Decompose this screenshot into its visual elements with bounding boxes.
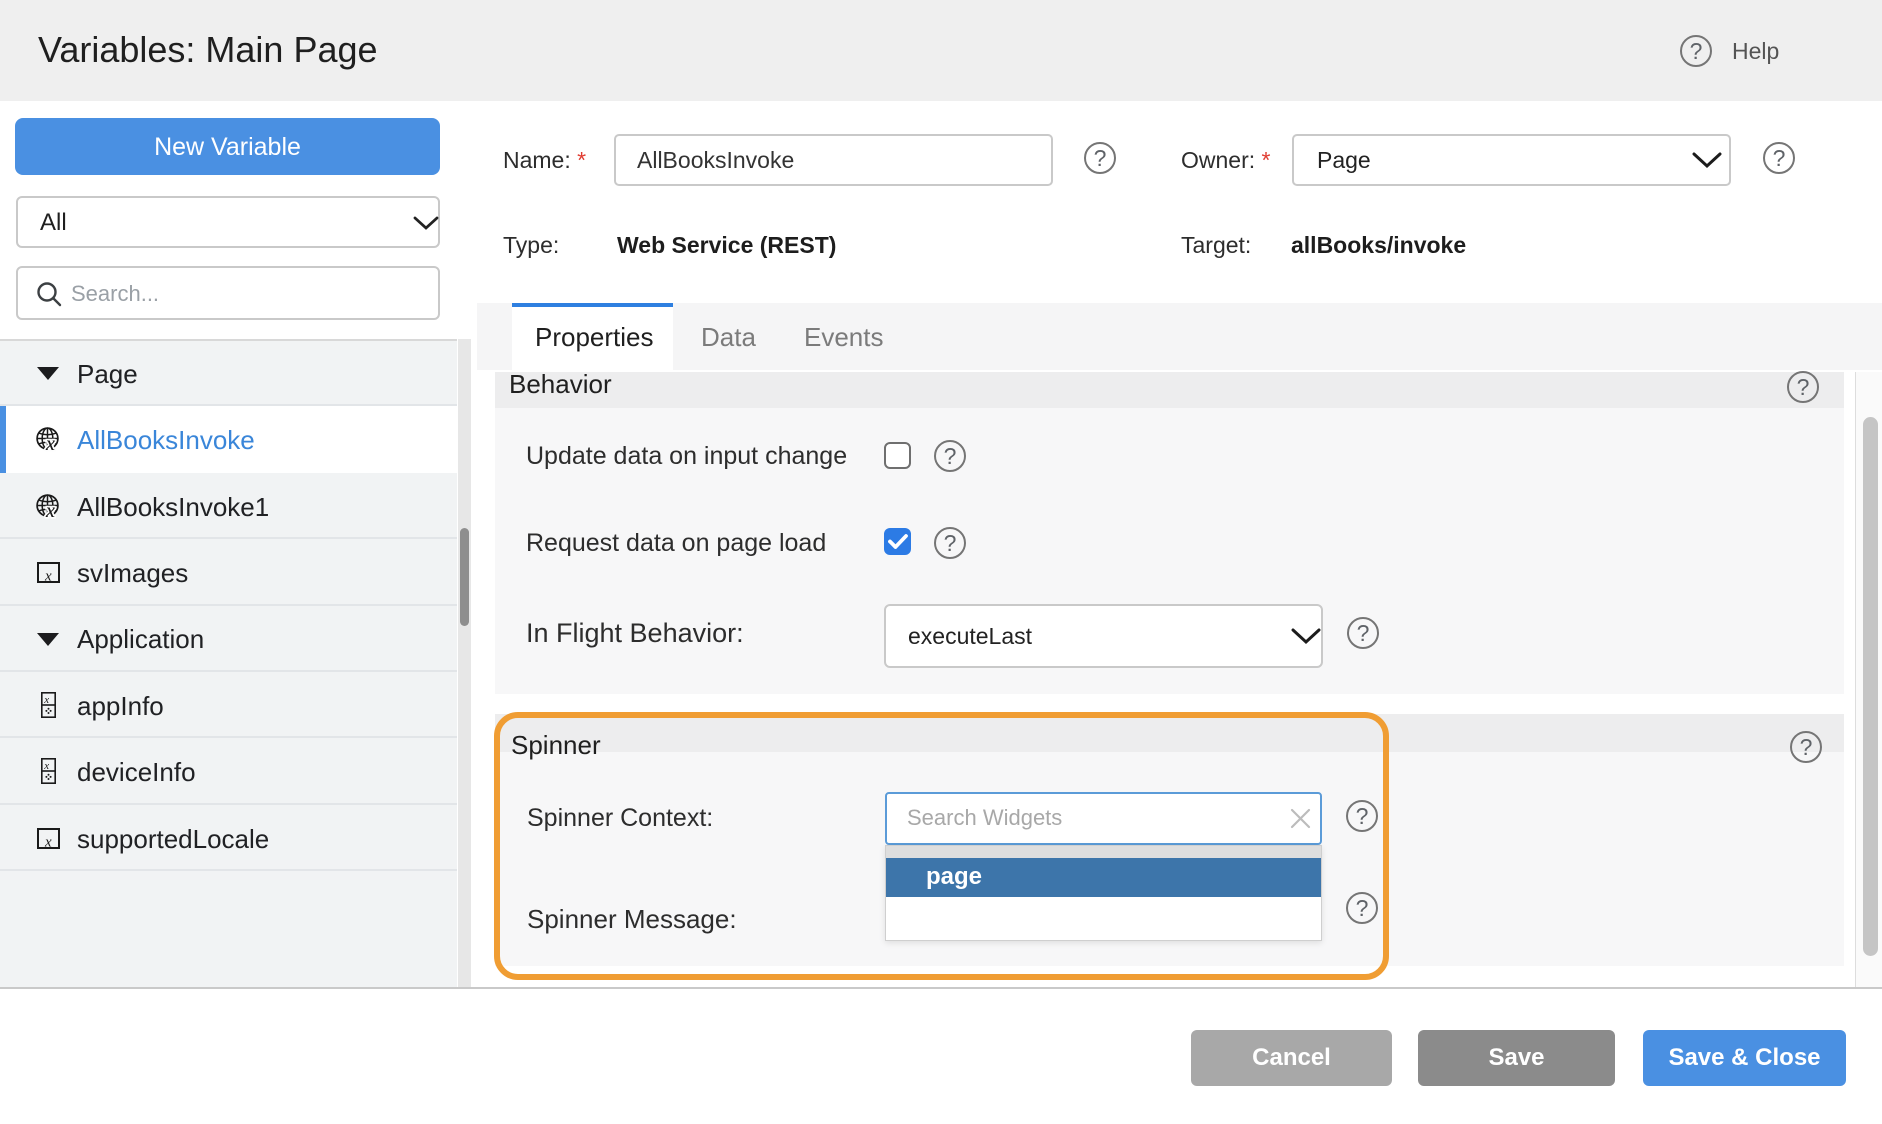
svg-text:x: x bbox=[44, 834, 52, 849]
svg-text:x: x bbox=[44, 569, 52, 584]
svg-text:x: x bbox=[45, 433, 55, 452]
svg-text:x: x bbox=[43, 694, 49, 706]
svg-text:x: x bbox=[45, 500, 55, 519]
svg-text:x: x bbox=[43, 760, 49, 772]
